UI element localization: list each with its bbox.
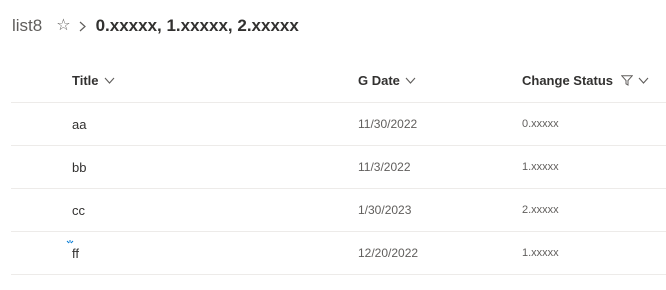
chevron-down-icon [638,77,649,84]
date-cell: 11/3/2022 [358,160,411,174]
table-row[interactable]: ff 12/20/2022 1.xxxxx [11,232,666,275]
column-header-title[interactable]: Title [72,58,115,102]
status-cell: 1.xxxxx [522,161,559,173]
chevron-down-icon [405,77,416,84]
view-title[interactable]: 0.xxxxx, 1.xxxxx, 2.xxxxx [96,16,299,36]
breadcrumb-list-link[interactable]: list8 [12,16,42,36]
breadcrumb: list8 ☆ 0.xxxxx, 1.xxxxx, 2.xxxxx [12,14,299,38]
title-cell[interactable]: cc [72,189,85,231]
title-cell[interactable]: bb [72,146,86,188]
column-header-label: Change Status [522,72,614,88]
chevron-right-icon [79,21,86,32]
status-cell: 1.xxxxx [522,247,559,259]
date-cell: 12/20/2022 [358,246,419,260]
list-table: Title G Date Change Status aa 11/30/2022… [11,58,666,275]
star-outline-icon[interactable]: ☆ [56,18,70,34]
table-row[interactable]: cc 1/30/2023 2.xxxxx [11,189,666,232]
status-cell: 0.xxxxx [522,118,559,130]
date-cell: 1/30/2023 [358,203,412,217]
column-header-g-date[interactable]: G Date [358,58,416,102]
column-header-change-status[interactable]: Change Status [522,58,649,102]
table-row[interactable]: aa 11/30/2022 0.xxxxx [11,103,666,146]
chevron-down-icon [104,77,114,84]
column-header-label: G Date [358,72,400,88]
filter-icon [621,74,634,86]
table-row[interactable]: bb 11/3/2022 1.xxxxx [11,146,666,189]
table-header: Title G Date Change Status [11,58,666,103]
date-cell: 11/30/2022 [358,117,418,131]
title-cell[interactable]: ff [72,232,79,274]
column-header-label: Title [72,72,99,88]
title-cell[interactable]: aa [72,103,86,145]
status-cell: 2.xxxxx [522,204,559,216]
